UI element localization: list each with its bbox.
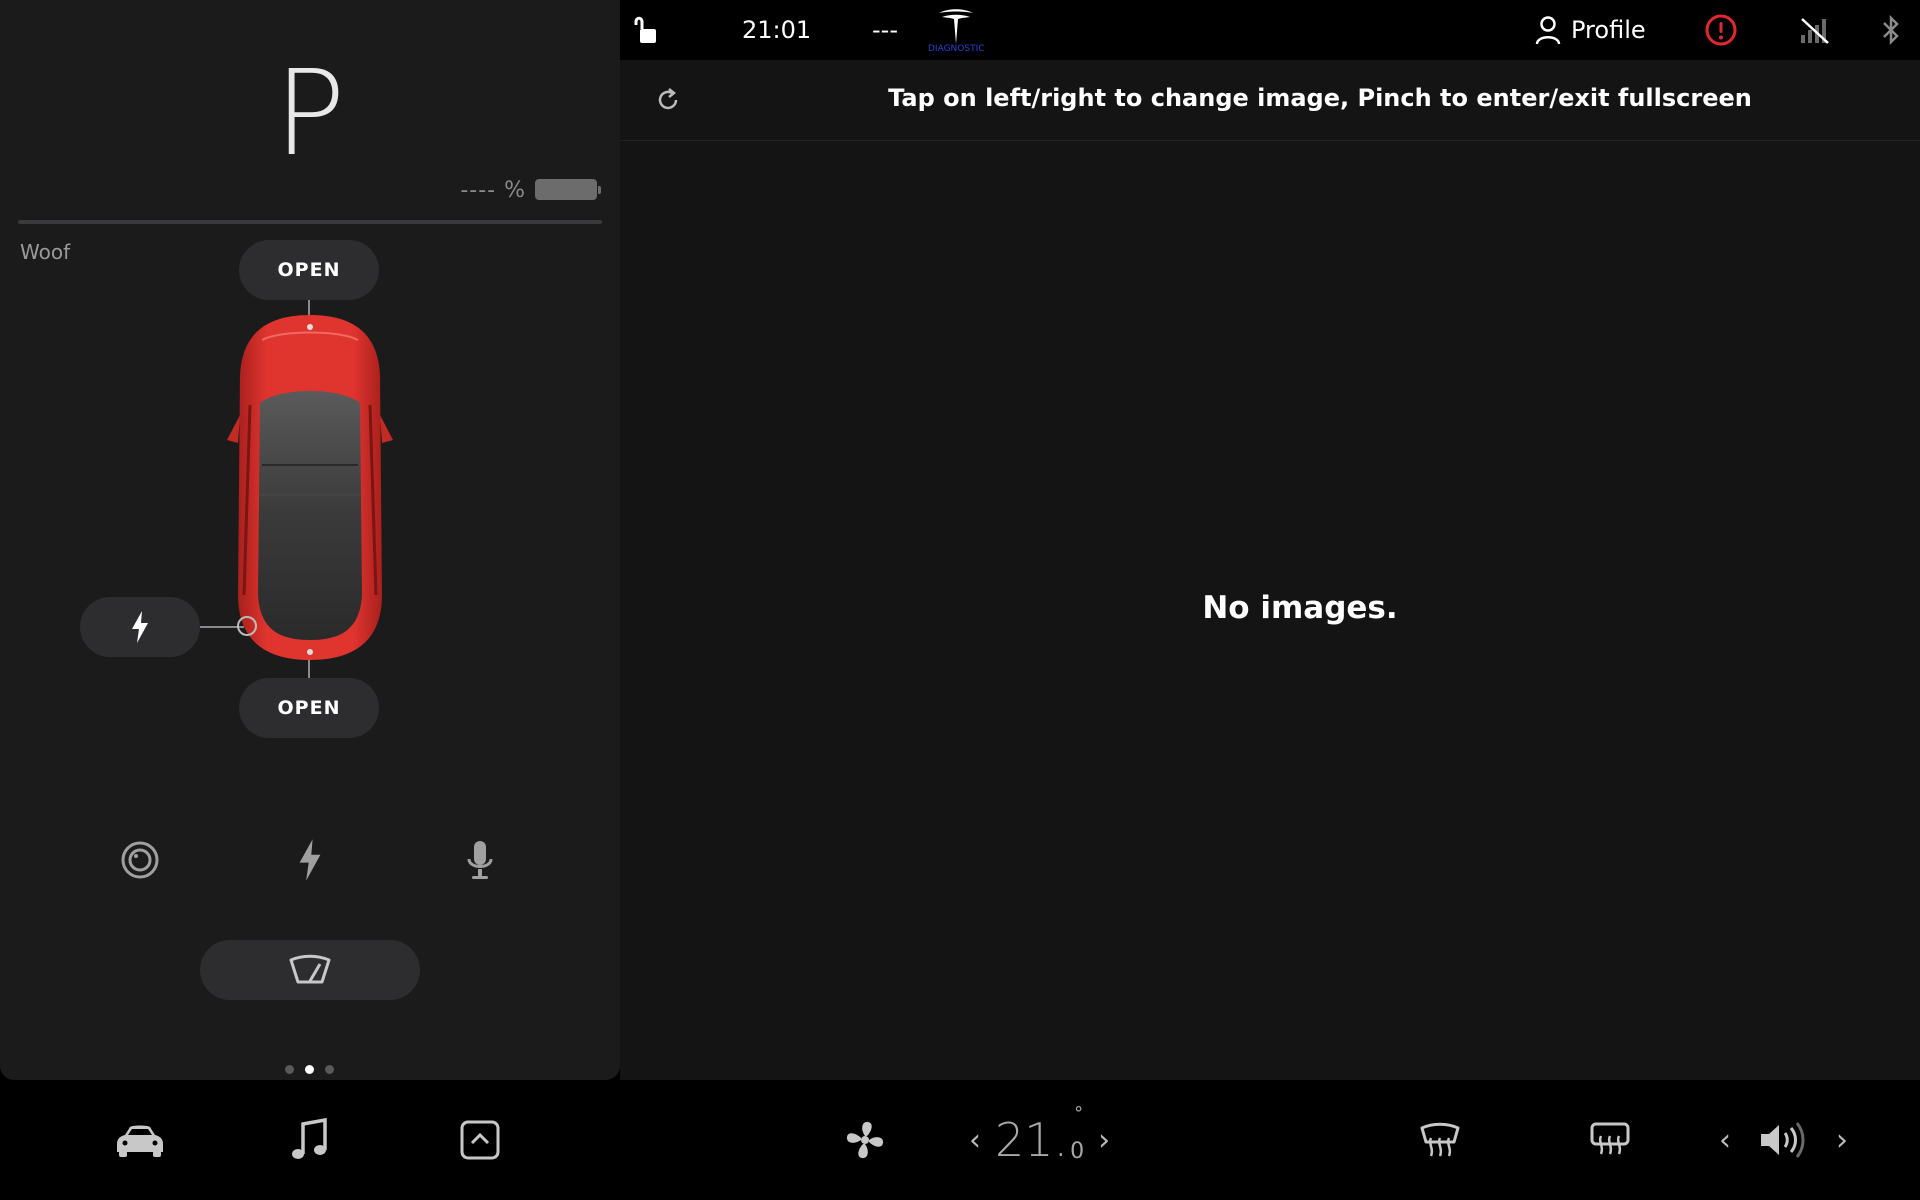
fan-icon	[846, 1121, 884, 1159]
wiper-button[interactable]	[200, 940, 420, 1000]
temperature-value: 21.	[995, 1113, 1069, 1167]
person-icon	[1535, 16, 1561, 45]
profile-label: Profile	[1571, 16, 1646, 44]
vehicle-panel: P ---- % Woof OPEN OPEN	[0, 0, 620, 1080]
bottom-dock: ‹ 21. ° 0 › ‹ ›	[0, 1080, 1920, 1200]
gear-indicator: P	[274, 44, 346, 182]
front-defrost-icon	[1590, 1122, 1630, 1155]
page-dot[interactable]	[325, 1065, 334, 1074]
alert-icon	[1705, 14, 1737, 46]
lightning-icon	[299, 839, 321, 881]
viewer-header: Tap on left/right to change image, Pinch…	[620, 60, 1920, 141]
outside-temp: ---	[872, 16, 898, 44]
temperature-unit: °	[1074, 1102, 1084, 1124]
alert-button[interactable]	[1705, 0, 1737, 60]
car-icon	[117, 1125, 163, 1157]
no-signal-icon	[1801, 18, 1829, 44]
volume-increase-button[interactable]: ›	[1822, 1110, 1862, 1170]
volume-decrease-button[interactable]: ‹	[1705, 1110, 1745, 1170]
page-dot-active[interactable]	[305, 1065, 314, 1074]
wiper-icon	[289, 954, 331, 984]
lock-button[interactable]	[634, 0, 662, 60]
temp-increase-button[interactable]: ›	[1084, 1123, 1124, 1158]
diagnostic-label: DIAGNOSTIC	[928, 44, 985, 54]
tesla-logo-icon	[939, 9, 974, 44]
image-viewer[interactable]: Tap on left/right to change image, Pinch…	[620, 60, 1920, 1080]
chevron-right-icon: ›	[1836, 1122, 1848, 1158]
cellular-status	[1798, 0, 1830, 60]
page-dot[interactable]	[285, 1065, 294, 1074]
unlocked-icon	[634, 16, 656, 43]
tesla-logo-button[interactable]: DIAGNOSTIC	[928, 0, 985, 60]
music-icon	[292, 1118, 327, 1159]
microphone-icon	[467, 841, 493, 879]
dock-fan-button[interactable]	[835, 1110, 895, 1170]
bluetooth-status[interactable]	[1880, 0, 1902, 60]
rear-defrost-icon	[1420, 1122, 1460, 1157]
volume-button[interactable]	[1752, 1110, 1812, 1170]
empty-state-message: No images.	[1202, 590, 1398, 626]
clock: 21:01	[742, 16, 812, 44]
dock-music-button[interactable]	[280, 1110, 340, 1170]
charging-button[interactable]	[280, 830, 340, 890]
charge-port-button[interactable]	[80, 597, 200, 657]
car-top-view-image[interactable]	[170, 295, 450, 675]
bluetooth-icon	[1883, 15, 1899, 45]
panel-divider	[18, 220, 602, 224]
rear-defrost-button[interactable]	[1410, 1110, 1470, 1170]
dock-car-button[interactable]	[110, 1110, 170, 1170]
temp-decrease-button[interactable]: ‹	[955, 1123, 995, 1158]
status-bar: 21:01 --- DIAGNOSTIC Profile	[620, 0, 1920, 60]
battery-value: ----	[460, 178, 497, 203]
app-launcher-icon	[460, 1120, 500, 1160]
profile-button[interactable]: Profile	[1535, 0, 1646, 60]
dock-app-launcher-button[interactable]	[450, 1110, 510, 1170]
battery-unit: %	[504, 178, 526, 203]
battery-icon	[535, 179, 601, 200]
chevron-left-icon: ‹	[1719, 1122, 1731, 1158]
lightning-icon	[132, 611, 148, 643]
temperature-decimal: ° 0	[1070, 1103, 1085, 1164]
temperature-control: ‹ 21. ° 0 ›	[955, 1103, 1124, 1170]
front-defrost-button[interactable]	[1580, 1110, 1640, 1170]
volume-icon	[1761, 1122, 1805, 1158]
vehicle-name: Woof	[20, 240, 71, 264]
voice-command-button[interactable]	[450, 830, 510, 890]
frunk-open-button[interactable]: OPEN	[239, 240, 379, 300]
trunk-open-button[interactable]: OPEN	[239, 678, 379, 738]
battery-readout: ---- %	[460, 178, 526, 203]
temperature-decimal-value: 0	[1070, 1138, 1085, 1164]
camera-icon	[121, 841, 159, 879]
dashcam-button[interactable]	[110, 830, 170, 890]
viewer-instructions: Tap on left/right to change image, Pinch…	[888, 84, 1752, 112]
